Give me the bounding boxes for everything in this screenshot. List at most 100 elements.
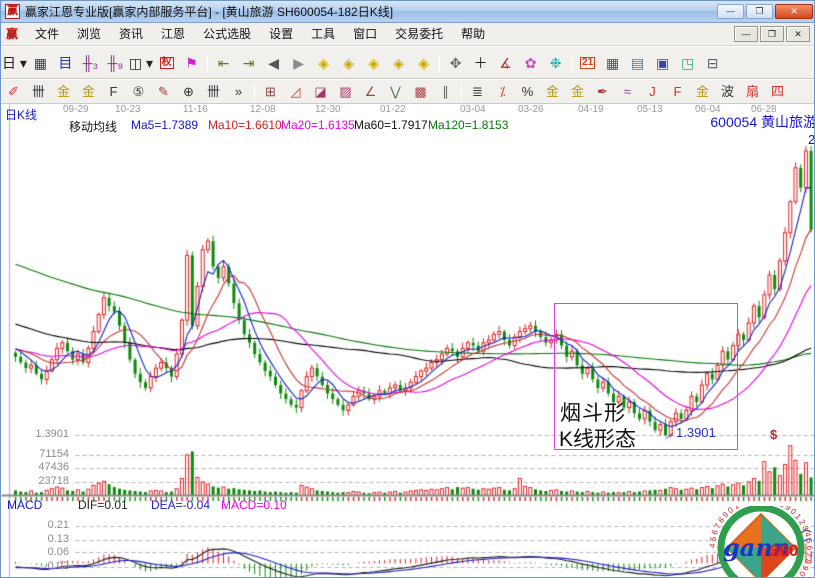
parallel-lines-icon[interactable]: ∥: [433, 82, 458, 102]
gold-line-icon: 金: [571, 85, 584, 98]
gold-ray-icon[interactable]: 金: [690, 82, 715, 102]
restore-rights-icon: 权: [160, 57, 174, 69]
menu-item-3[interactable]: 江恩: [152, 24, 194, 44]
draw-measure-icon[interactable]: ✎: [151, 82, 176, 102]
kline-window-icon[interactable]: ▦: [28, 51, 53, 74]
more-tools-chevron[interactable]: »: [226, 82, 251, 102]
gann-fan-icon: ◿: [291, 85, 301, 98]
calendar-21-icon[interactable]: 21: [575, 51, 600, 74]
fan-box-icon: ◪: [314, 85, 326, 98]
mdi-close-button[interactable]: ✕: [786, 26, 810, 42]
draw-pencil-icon[interactable]: ✐: [1, 82, 26, 102]
j-angle-icon[interactable]: J: [640, 82, 665, 102]
time-circle-icon[interactable]: ⊕: [176, 82, 201, 102]
fit-view-diamond-icon[interactable]: ◈: [411, 51, 436, 74]
percent-line-icon[interactable]: ⁒: [490, 82, 515, 102]
price-low-scale-label: 1.3901: [5, 428, 69, 440]
menu-item-9[interactable]: 帮助: [452, 24, 494, 44]
gann-flower-icon[interactable]: ✿: [518, 51, 543, 74]
fit-view-diamond-icon: ◈: [418, 56, 429, 70]
golden-grid-b-icon: 金: [82, 85, 95, 98]
wave-tool-icon[interactable]: ≈: [615, 82, 640, 102]
neural-net-icon: ❉: [550, 56, 562, 70]
candle-mark-icon[interactable]: ✒: [590, 82, 615, 102]
pan-hand-icon[interactable]: ✥: [443, 51, 468, 74]
pan-hand-icon: ✥: [450, 56, 462, 70]
wave-tool-icon: ≈: [624, 85, 631, 98]
percent-icon[interactable]: %: [515, 82, 540, 102]
menu-item-7[interactable]: 窗口: [344, 24, 386, 44]
maximize-button[interactable]: ❐: [746, 4, 773, 19]
gann-fan-icon[interactable]: ◿: [283, 82, 308, 102]
print-icon[interactable]: ⊟: [700, 51, 725, 74]
zoom-out-diamond-icon[interactable]: ◈: [361, 51, 386, 74]
bo-angle-icon[interactable]: 波: [715, 82, 740, 102]
si-angle-icon[interactable]: 四: [765, 82, 790, 102]
golden-grid-b-icon[interactable]: 金: [76, 82, 101, 102]
mdi-restore-button[interactable]: ❐: [760, 26, 784, 42]
export-data-icon: ◳: [681, 56, 694, 70]
report-sheet-icon: 目: [58, 56, 72, 70]
zoom-in-diamond-icon[interactable]: ◈: [386, 51, 411, 74]
mdi-minimize-button[interactable]: —: [734, 26, 758, 42]
candle-style-dropdown[interactable]: ◫ ▾: [128, 51, 154, 74]
scroll-right-diamond-icon[interactable]: ◈: [336, 51, 361, 74]
last-page-icon[interactable]: ⇥: [236, 51, 261, 74]
date-tick-05-13: 05-13: [637, 104, 663, 115]
save-icon[interactable]: ▣: [650, 51, 675, 74]
menu-item-0[interactable]: 文件: [26, 24, 68, 44]
notes-icon[interactable]: ▤: [625, 51, 650, 74]
gold-circle-icon[interactable]: 金: [540, 82, 565, 102]
report-sheet-icon[interactable]: 目: [53, 51, 78, 74]
gold-line-icon[interactable]: 金: [565, 82, 590, 102]
app-icon: 赢: [5, 4, 20, 19]
menu-item-6[interactable]: 工具: [302, 24, 344, 44]
title-bar[interactable]: 赢 赢家江恩专业版[赢家内部服务平台] - [黄山旅游 SH600054-182…: [1, 1, 815, 23]
menu-item-5[interactable]: 设置: [260, 24, 302, 44]
fan-box-icon[interactable]: ◪: [308, 82, 333, 102]
shan-fan-icon[interactable]: 扇: [740, 82, 765, 102]
first-page-icon[interactable]: ⇤: [211, 51, 236, 74]
v-lines-icon[interactable]: ⋁: [383, 82, 408, 102]
restore-rights-icon[interactable]: 权: [154, 51, 179, 74]
period-daily-dropdown[interactable]: 日 ▾: [1, 51, 28, 74]
macd-panel-title[interactable]: MACD: [7, 498, 42, 512]
mdi-app-icon[interactable]: 赢: [6, 27, 20, 41]
stock-code-name-label: 600054 黄山旅游: [710, 112, 815, 132]
cycle-5-grid-icon[interactable]: ⑤: [126, 82, 151, 102]
fibonacci-grid-icon[interactable]: F: [101, 82, 126, 102]
menu-bar: 赢 文件浏览资讯江恩公式选股设置工具窗口交易委托帮助: [1, 23, 815, 46]
neural-net-icon[interactable]: ❉: [543, 51, 568, 74]
menu-item-2[interactable]: 资讯: [110, 24, 152, 44]
minute-9-chart-icon[interactable]: ╫₉: [103, 51, 128, 74]
export-data-icon[interactable]: ◳: [675, 51, 700, 74]
gann-box-icon[interactable]: ⊞: [258, 82, 283, 102]
crosshair-icon[interactable]: ＋: [468, 51, 493, 74]
angle-measure-icon[interactable]: ∡: [493, 51, 518, 74]
price-bars-icon[interactable]: ≣: [465, 82, 490, 102]
calculator-icon[interactable]: ▦: [600, 51, 625, 74]
menu-item-4[interactable]: 公式选股: [194, 24, 260, 44]
candle-style-dropdown: ◫ ▾: [129, 56, 153, 70]
prev-bar-icon[interactable]: ◀: [261, 51, 286, 74]
f-angle-icon[interactable]: F: [665, 82, 690, 102]
window-title: 赢家江恩专业版[赢家内部服务平台] - [黄山旅游 SH600054-182日K…: [25, 3, 393, 20]
close-button[interactable]: ✕: [775, 4, 813, 19]
date-tick-09-29: 09-29: [63, 104, 89, 115]
date-tick-12-30: 12-30: [315, 104, 341, 115]
box-lines-icon: ▨: [339, 85, 351, 98]
price-grid-icon[interactable]: ▩: [408, 82, 433, 102]
indicator-flag-icon[interactable]: ⚑: [179, 51, 204, 74]
menu-item-8[interactable]: 交易委托: [386, 24, 452, 44]
line-grid-icon[interactable]: 卌: [201, 82, 226, 102]
gann-grid-icon[interactable]: 卌: [26, 82, 51, 102]
trend-angle-icon[interactable]: ∠: [358, 82, 383, 102]
macd-dea-value: DEA=-0.04: [151, 498, 210, 512]
minute-3-chart-icon[interactable]: ╫₃: [78, 51, 103, 74]
minimize-button[interactable]: —: [717, 4, 744, 19]
box-lines-icon[interactable]: ▨: [333, 82, 358, 102]
next-bar-icon[interactable]: ▶: [286, 51, 311, 74]
golden-grid-a-icon[interactable]: 金: [51, 82, 76, 102]
scroll-left-diamond-icon[interactable]: ◈: [311, 51, 336, 74]
menu-item-1[interactable]: 浏览: [68, 24, 110, 44]
